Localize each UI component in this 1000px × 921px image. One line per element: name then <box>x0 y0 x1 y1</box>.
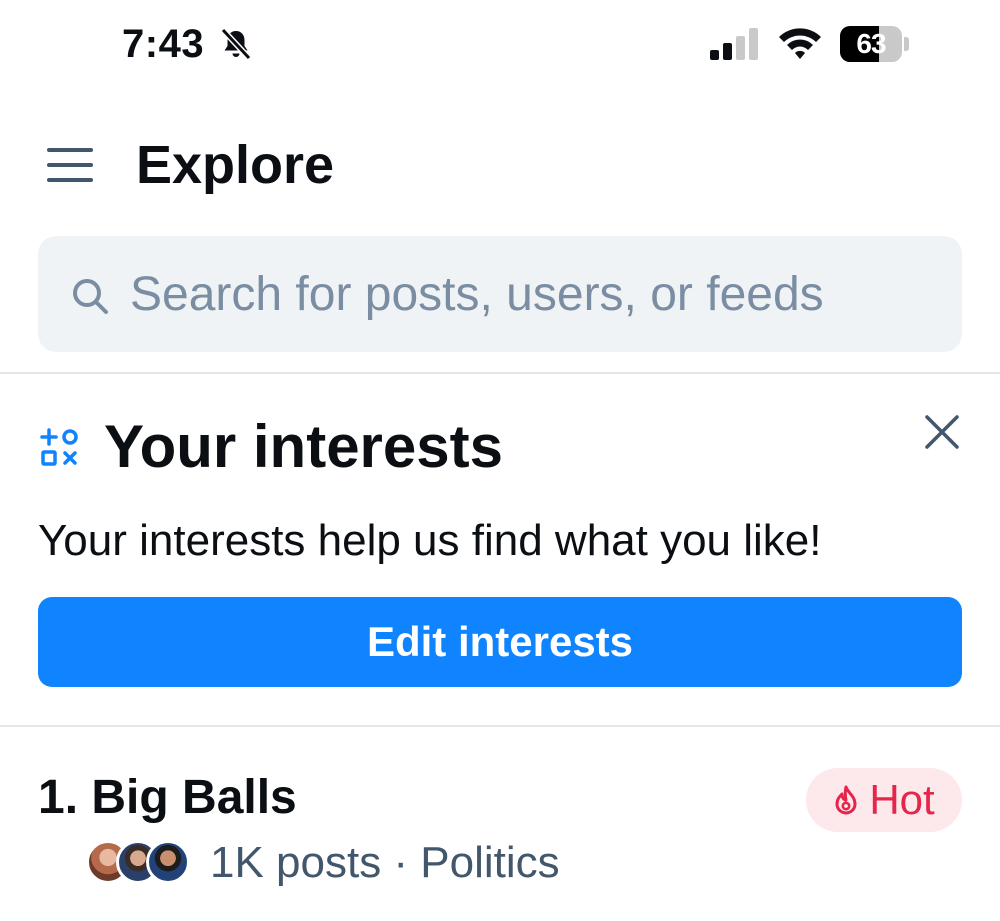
edit-interests-button[interactable]: Edit interests <box>38 597 962 687</box>
hamburger-menu-icon[interactable] <box>46 146 94 184</box>
hot-badge: Hot <box>806 768 962 832</box>
search-bar[interactable] <box>38 236 962 352</box>
close-icon[interactable] <box>924 414 960 450</box>
bell-muted-icon <box>220 27 252 61</box>
wifi-icon <box>779 28 821 59</box>
search-input[interactable] <box>130 260 940 328</box>
explore-screen: 7:43 63 Explore Search for posts, users,… <box>0 0 1000 921</box>
battery-icon: 63 <box>840 26 909 62</box>
section-divider <box>0 725 1000 727</box>
section-divider <box>0 372 1000 374</box>
trending-topic-title[interactable]: 1. Big Balls <box>38 770 297 825</box>
status-time: 7:43 <box>122 22 205 66</box>
battery-percent: 63 <box>856 28 886 59</box>
interests-description: Your interests help us find what you lik… <box>38 516 822 565</box>
interests-title: Your interests <box>104 413 503 480</box>
hot-badge-label: Hot <box>869 776 935 823</box>
avatar-stack <box>86 840 192 884</box>
avatar <box>146 840 190 884</box>
search-icon <box>73 279 108 314</box>
page-title: Explore <box>136 135 335 195</box>
signal-icon <box>710 28 758 60</box>
interests-shapes-icon <box>40 428 78 466</box>
fire-icon <box>835 785 857 815</box>
trending-topic-meta: 1K posts · Politics <box>210 838 560 887</box>
